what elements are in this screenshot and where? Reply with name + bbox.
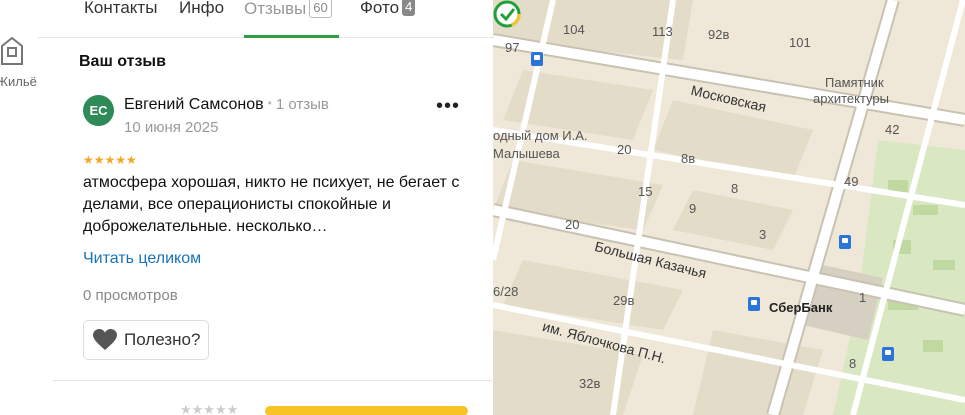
separator-dot: • xyxy=(267,96,272,110)
tab-bar: Контакты Инфо Отзывы 60 Фото 4 xyxy=(38,0,493,38)
house-number: 20 xyxy=(565,217,580,232)
next-review-rating-stars: ★★★★★ xyxy=(180,402,239,415)
tab-info[interactable]: Инфо xyxy=(179,0,224,38)
read-more-link[interactable]: Читать целиком xyxy=(83,250,201,268)
tab-photos-label: Фото xyxy=(360,0,400,17)
house-number: 92в xyxy=(708,27,730,42)
map[interactable]: Московская Большая Казачья им. Яблочкова… xyxy=(493,0,965,415)
author-name[interactable]: Евгений Самсонов xyxy=(124,96,264,113)
house-number: 42 xyxy=(885,122,900,137)
bus-stop-icon[interactable] xyxy=(882,347,894,361)
house-number: 97 xyxy=(505,40,520,55)
house-number: 113 xyxy=(652,24,673,39)
views-count: 0 просмотров xyxy=(83,287,178,304)
map-canvas xyxy=(493,0,965,415)
tab-info-label: Инфо xyxy=(179,0,225,17)
poi-label: одный дом И.А. xyxy=(493,128,588,143)
useful-button[interactable]: Полезно? xyxy=(83,320,210,360)
house-number: 32в xyxy=(579,376,601,391)
house-number: 101 xyxy=(789,35,811,50)
house-number: 15 xyxy=(638,184,653,199)
review-author-line: Евгений Самсонов • 1 отзыв xyxy=(124,96,329,114)
house-number: 6/28 xyxy=(493,284,519,299)
more-options-icon[interactable]: ••• xyxy=(436,96,460,120)
tab-photos-count: 4 xyxy=(402,0,416,16)
rail-item-label: Жильё xyxy=(0,74,37,89)
house-number: 3 xyxy=(759,227,767,242)
avatar[interactable]: ЕС xyxy=(83,95,114,126)
review-panel: Контакты Инфо Отзывы 60 Фото 4 Ваш отзыв Е… xyxy=(38,0,493,415)
house-number: 8в xyxy=(681,151,696,166)
building-icon xyxy=(1,36,23,65)
rating-bar xyxy=(265,406,468,415)
poi-label: Памятник xyxy=(825,75,884,90)
poi-label: Малышева xyxy=(493,146,560,161)
house-number: 20 xyxy=(617,142,632,157)
heart-icon xyxy=(93,329,117,350)
tab-reviews[interactable]: Отзывы 60 xyxy=(244,0,339,38)
bus-stop-icon[interactable] xyxy=(748,297,760,311)
poi-label: архитектуры xyxy=(813,91,889,106)
bus-stop-icon[interactable] xyxy=(531,52,543,66)
review-rating-stars: ★★★★★ xyxy=(83,153,137,167)
house-number: 29в xyxy=(613,293,635,308)
tab-reviews-count: 60 xyxy=(309,0,332,18)
house-number: 8 xyxy=(849,356,857,371)
review-text: атмосфера хорошая, никто не психует, не … xyxy=(83,174,460,235)
house-number: 8 xyxy=(731,181,739,196)
useful-button-label: Полезно? xyxy=(124,330,201,349)
left-rail: Жильё xyxy=(0,0,38,415)
divider xyxy=(53,380,493,381)
tab-contacts-label: Контакты xyxy=(84,0,158,17)
bus-stop-icon[interactable] xyxy=(839,235,851,249)
tab-reviews-label: Отзывы xyxy=(244,0,307,18)
sberbank-logo-icon[interactable] xyxy=(493,0,521,28)
section-title: Ваш отзыв xyxy=(79,53,166,70)
house-number: 49 xyxy=(844,174,859,189)
rail-item-housing[interactable]: Жильё xyxy=(0,34,38,89)
tab-contacts[interactable]: Контакты xyxy=(84,0,157,38)
tab-photos[interactable]: Фото 4 xyxy=(360,0,416,38)
house-number: 9 xyxy=(689,201,697,216)
house-number: 104 xyxy=(563,22,585,37)
house-number: 1 xyxy=(859,290,867,305)
author-review-count: 1 отзыв xyxy=(275,96,329,113)
poi-label[interactable]: СберБанк xyxy=(769,300,832,315)
review-date: 10 июня 2025 xyxy=(124,119,219,136)
